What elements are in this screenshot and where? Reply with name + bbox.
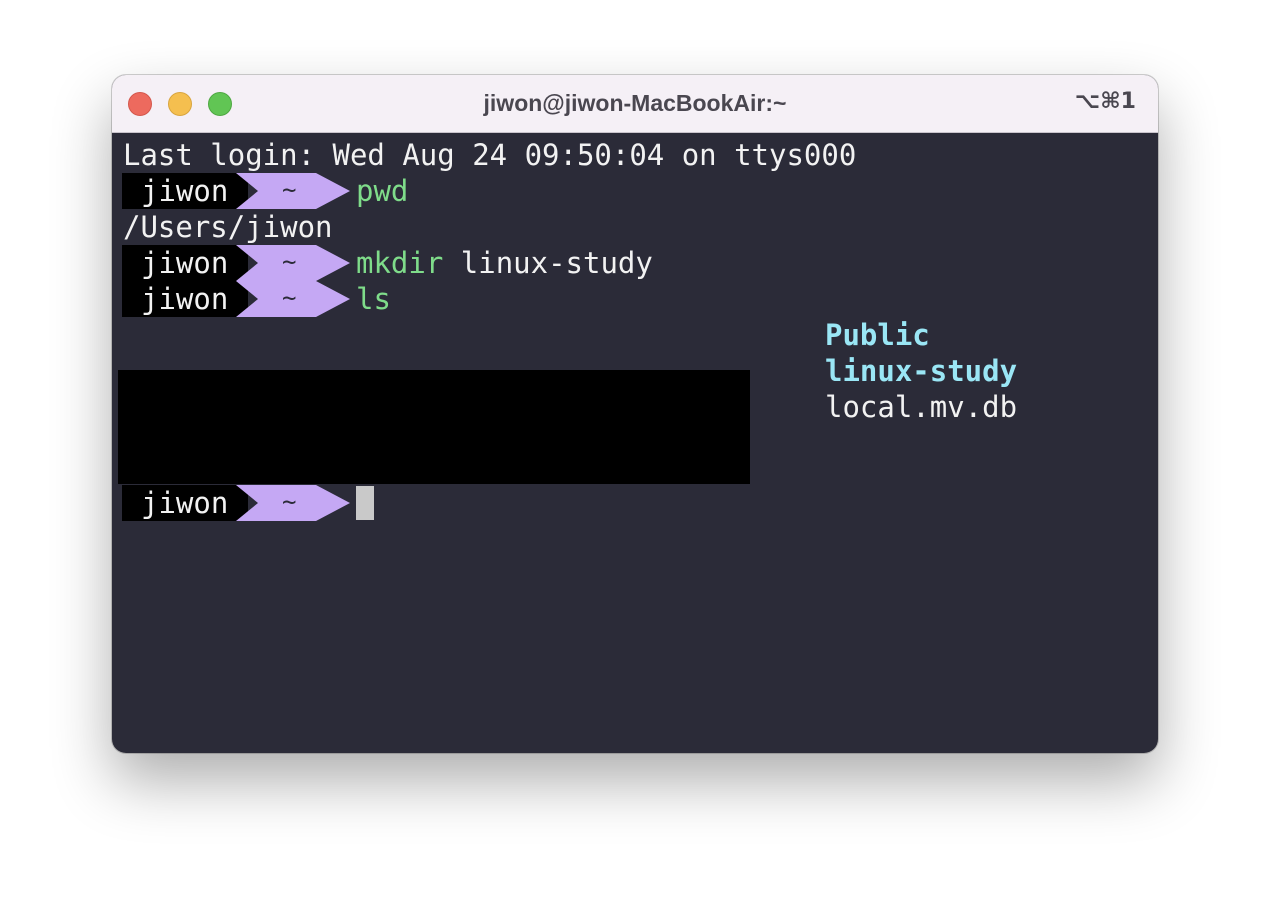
prompt: jiwon ~ <box>122 245 354 281</box>
command-line: ls <box>356 281 391 317</box>
command-name: ls <box>356 282 391 316</box>
prompt-dir: ~ <box>282 248 297 276</box>
command-line: mkdir linux-study <box>356 245 653 281</box>
title-bar[interactable]: jiwon@jiwon-MacBookAir:~ ⌥⌘1 <box>112 75 1158 133</box>
window-title: jiwon@jiwon-MacBookAir:~ <box>483 90 787 116</box>
command-name: mkdir <box>356 246 444 280</box>
ls-entry-file: local.mv.db <box>825 390 1018 424</box>
prompt-dir: ~ <box>282 284 297 312</box>
prompt-user: jiwon <box>141 174 229 208</box>
prompt-user: jiwon <box>141 246 229 280</box>
prompt-user-segment: jiwon <box>122 281 248 317</box>
terminal-window[interactable]: jiwon@jiwon-MacBookAir:~ ⌥⌘1 Last login:… <box>112 75 1158 753</box>
prompt-user-segment: jiwon <box>122 245 248 281</box>
terminal-content[interactable]: Last login: Wed Aug 24 09:50:04 on ttys0… <box>112 133 1158 753</box>
command-line: pwd <box>356 173 408 209</box>
last-login-line: Last login: Wed Aug 24 09:50:04 on ttys0… <box>123 138 857 172</box>
command-name: pwd <box>356 174 409 208</box>
prompt-user: jiwon <box>141 282 229 316</box>
command-args: linux-study <box>443 246 653 280</box>
ls-entry-directory: Public <box>825 318 930 352</box>
text-cursor[interactable] <box>356 486 374 520</box>
prompt-user: jiwon <box>141 486 229 520</box>
redacted-output-block <box>118 370 750 484</box>
prompt-dir: ~ <box>282 176 297 204</box>
prompt: jiwon ~ <box>122 281 354 317</box>
prompt-user-segment: jiwon <box>122 485 248 521</box>
prompt: jiwon ~ <box>122 485 354 521</box>
ls-entry-directory: linux-study <box>825 354 1018 388</box>
prompt: jiwon ~ <box>122 173 354 209</box>
prompt-dir: ~ <box>282 488 297 516</box>
pwd-output: /Users/jiwon <box>123 210 333 244</box>
prompt-user-segment: jiwon <box>122 173 248 209</box>
window-shortcut: ⌥⌘1 <box>1074 89 1136 114</box>
